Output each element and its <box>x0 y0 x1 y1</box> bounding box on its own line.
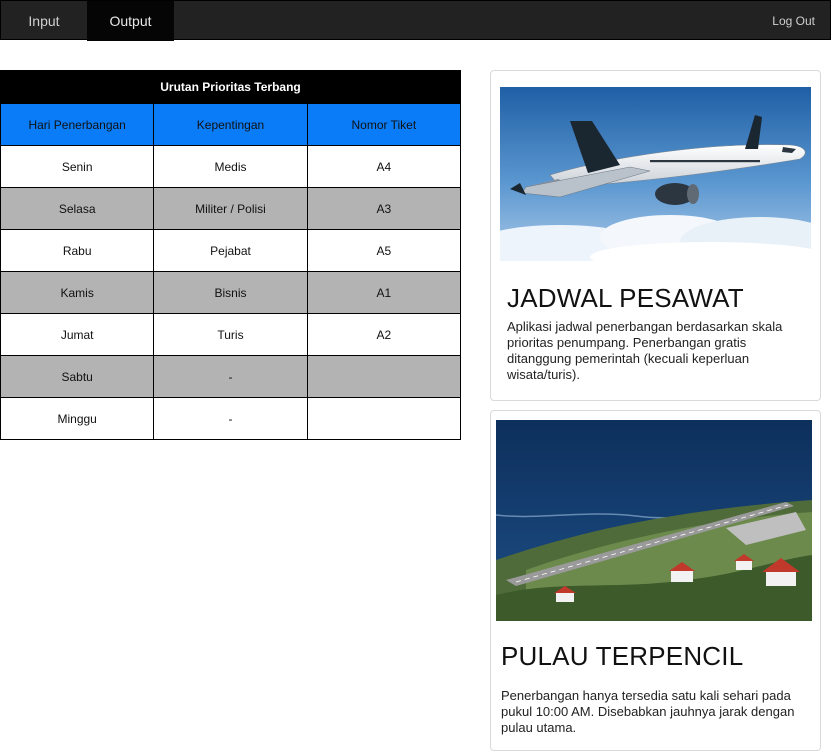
cell-ticket: A1 <box>306 271 462 314</box>
cell-ticket: A2 <box>306 313 462 356</box>
cell-day: Rabu <box>0 229 155 272</box>
cell-purpose: Militer / Polisi <box>153 187 308 230</box>
column-header-ticket: Nomor Tiket <box>306 103 462 146</box>
cell-purpose: Bisnis <box>153 271 308 314</box>
cell-day: Senin <box>0 145 155 188</box>
cell-day: Minggu <box>0 397 155 440</box>
card-title: PULAU TERPENCIL <box>501 641 744 671</box>
cell-ticket: A4 <box>306 145 462 188</box>
cell-purpose: - <box>153 355 308 398</box>
card-description: Aplikasi jadwal penerbangan berdasarkan … <box>507 319 783 382</box>
cell-ticket <box>306 397 462 440</box>
table-row: Kamis Bisnis A1 <box>0 271 462 314</box>
card-title: JADWAL PESAWAT <box>507 283 744 313</box>
cell-purpose: - <box>153 397 308 440</box>
table-row: Minggu - <box>0 397 462 440</box>
cell-ticket <box>306 355 462 398</box>
top-navbar: Input Output Log Out <box>0 0 831 41</box>
column-header-day: Hari Penerbangan <box>0 103 155 146</box>
table-row: Sabtu - <box>0 355 462 398</box>
table-row: Jumat Turis A2 <box>0 313 462 356</box>
cell-day: Sabtu <box>0 355 155 398</box>
table-title: Urutan Prioritas Terbang <box>0 70 461 104</box>
logout-link[interactable]: Log Out <box>772 1 815 41</box>
table-row: Senin Medis A4 <box>0 145 462 188</box>
cell-day: Selasa <box>0 187 155 230</box>
cell-ticket: A3 <box>306 187 462 230</box>
island-runway-photo <box>496 420 812 621</box>
cell-day: Kamis <box>0 271 155 314</box>
card-description: Penerbangan hanya tersedia satu kali seh… <box>501 688 795 735</box>
column-header-purpose: Kepentingan <box>153 103 308 146</box>
cell-purpose: Turis <box>153 313 308 356</box>
table-row: Rabu Pejabat A5 <box>0 229 462 272</box>
card-remote-island: PULAU TERPENCIL Penerbangan hanya tersed… <box>490 410 821 751</box>
flight-priority-table: Urutan Prioritas Terbang Hari Penerbanga… <box>0 70 462 440</box>
tab-output[interactable]: Output <box>87 1 174 41</box>
cell-ticket: A5 <box>306 229 462 272</box>
cell-purpose: Medis <box>153 145 308 188</box>
tab-input[interactable]: Input <box>1 1 87 41</box>
table-row: Selasa Militer / Polisi A3 <box>0 187 462 230</box>
airplane-photo <box>500 87 811 261</box>
cell-day: Jumat <box>0 313 155 356</box>
cell-purpose: Pejabat <box>153 229 308 272</box>
card-flight-schedule: JADWAL PESAWAT Aplikasi jadwal penerbang… <box>490 70 821 401</box>
